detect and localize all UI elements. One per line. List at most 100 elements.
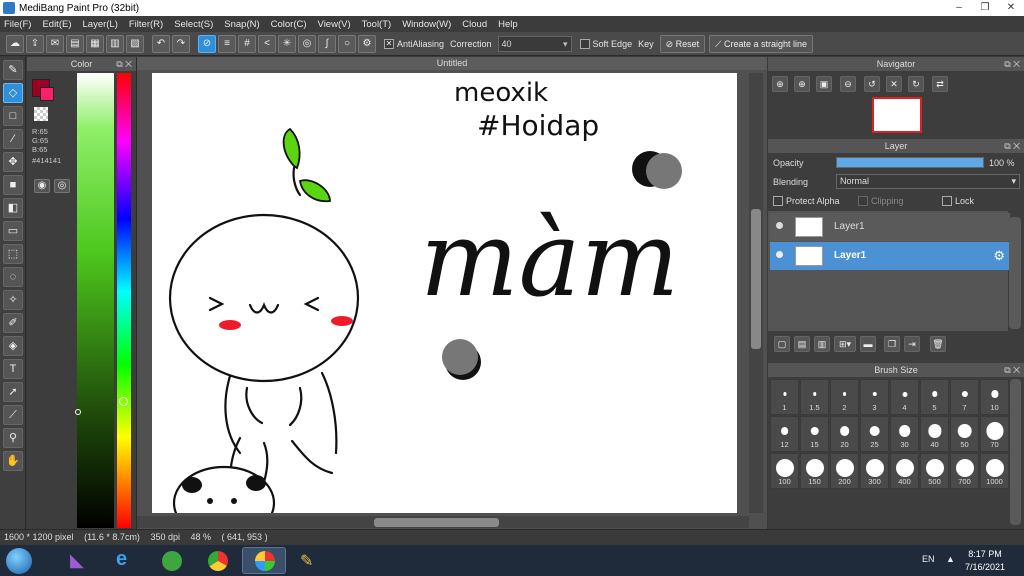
menu-view[interactable]: View(V) — [318, 19, 351, 30]
new-1bit-layer-icon[interactable]: ▥ — [814, 336, 830, 352]
panel-options-icon[interactable]: ⧉ ✕ — [116, 57, 132, 71]
ramp-cursor[interactable] — [75, 409, 81, 415]
dot-tool-icon[interactable]: □ — [3, 106, 23, 126]
menu-cloud[interactable]: Cloud — [462, 19, 487, 30]
snap-curve-icon[interactable]: ∫ — [318, 34, 336, 53]
palette-icon[interactable]: ◉ — [34, 179, 50, 193]
tray-up-icon[interactable]: ▲ — [946, 554, 955, 564]
brush-size-scroll-thumb[interactable] — [1010, 379, 1021, 525]
vertical-scroll-thumb[interactable] — [751, 209, 761, 349]
brush-size-option[interactable]: 700 — [950, 453, 979, 489]
protect-alpha-checkbox[interactable] — [773, 196, 783, 206]
brush-size-option[interactable]: 50 — [950, 416, 979, 452]
brush-size-option[interactable]: 1 — [770, 379, 799, 415]
brush-size-option[interactable]: 400 — [890, 453, 919, 489]
menu-help[interactable]: Help — [498, 19, 518, 30]
page-icon[interactable]: ▦ — [86, 34, 104, 53]
close-button[interactable]: ✕ — [998, 0, 1024, 16]
brush-size-option[interactable]: 1.5 — [800, 379, 829, 415]
brush-size-option[interactable]: 3 — [860, 379, 889, 415]
taskbar-coccoc[interactable] — [150, 547, 194, 574]
rectangle-tool-icon[interactable]: ■ — [3, 175, 23, 195]
text-tool-icon[interactable]: T — [3, 359, 23, 379]
new-halftone-layer-icon[interactable]: ▤ — [794, 336, 810, 352]
brush-size-option[interactable]: 4 — [890, 379, 919, 415]
zoom-out-icon[interactable]: ⊖ — [840, 76, 856, 92]
clock[interactable]: 8:17 PM 7/16/2021 — [960, 548, 1010, 574]
brush-size-option[interactable]: 2 — [830, 379, 859, 415]
clipping-option[interactable]: Clipping — [858, 196, 904, 206]
eraser-tool-icon[interactable]: ◇ — [3, 83, 23, 103]
brush-size-option[interactable]: 100 — [770, 453, 799, 489]
clipping-checkbox[interactable] — [858, 196, 868, 206]
eyedropper-tool-icon[interactable]: ⚲ — [3, 428, 23, 448]
transparent-swatch[interactable] — [34, 107, 48, 121]
brush-size-option[interactable]: 150 — [800, 453, 829, 489]
color-picker-icon[interactable]: ◎ — [54, 179, 70, 193]
antialiasing-checkbox[interactable]: ✕ — [384, 38, 394, 49]
hue-slider[interactable] — [117, 73, 131, 528]
brush-size-option[interactable]: 200 — [830, 453, 859, 489]
fit-icon[interactable]: ▣ — [816, 76, 832, 92]
brush-size-option[interactable]: 12 — [770, 416, 799, 452]
select-pen-icon[interactable]: ✐ — [3, 313, 23, 333]
new-layer-icon[interactable]: ▢ — [774, 336, 790, 352]
grid-icon[interactable]: ▥ — [106, 34, 124, 53]
correction-select[interactable]: 40 — [497, 35, 572, 52]
menu-filter[interactable]: Filter(R) — [129, 19, 163, 30]
brush-tool-icon[interactable]: ✎ — [3, 60, 23, 80]
saturation-value-ramp[interactable] — [77, 73, 114, 528]
brush-size-option[interactable]: 500 — [920, 453, 949, 489]
layer-options-icon[interactable]: ⧉ ✕ — [1004, 139, 1020, 153]
menu-select[interactable]: Select(S) — [174, 19, 213, 30]
minimize-button[interactable]: – — [946, 0, 972, 16]
snap-cross-icon[interactable]: # — [238, 34, 256, 53]
merge-down-icon[interactable]: ⇥ — [904, 336, 920, 352]
brush-size-option[interactable]: 25 — [860, 416, 889, 452]
menu-layer[interactable]: Layer(L) — [83, 19, 118, 30]
lasso-tool-icon[interactable]: ◌ — [3, 267, 23, 287]
snap-parallel-icon[interactable]: ≡ — [218, 34, 236, 53]
menu-snap[interactable]: Snap(N) — [224, 19, 259, 30]
language-indicator[interactable]: EN — [922, 554, 935, 564]
redo-icon[interactable]: ↷ — [172, 34, 190, 53]
soft-edge-checkbox[interactable] — [579, 38, 590, 49]
secondary-color-swatch[interactable] — [40, 87, 54, 101]
visibility-icon[interactable] — [776, 251, 783, 258]
snap-off-icon[interactable]: ⊘ — [198, 34, 216, 53]
protect-alpha-option[interactable]: Protect Alpha — [773, 196, 840, 206]
snap-settings-icon[interactable]: ⚙ — [358, 34, 376, 53]
start-button[interactable] — [6, 548, 32, 574]
divide-tool-icon[interactable]: ⟋ — [3, 405, 23, 425]
brush-size-option[interactable]: 40 — [920, 416, 949, 452]
visibility-icon[interactable] — [776, 222, 783, 229]
layer-row-selected[interactable]: Layer1 ⚙ — [770, 242, 1010, 270]
brush-size-option[interactable]: 7 — [950, 379, 979, 415]
reset-button[interactable]: ⊘ Reset — [659, 34, 706, 53]
cloud-icon[interactable]: ☁ — [6, 34, 24, 53]
brush-size-option[interactable]: 20 — [830, 416, 859, 452]
brush-size-option[interactable]: 70 — [980, 416, 1009, 452]
hue-cursor[interactable] — [119, 397, 128, 406]
undo-icon[interactable]: ↶ — [152, 34, 170, 53]
move-tool-icon[interactable]: ✥ — [3, 152, 23, 172]
opacity-slider[interactable] — [836, 157, 984, 168]
reset-view-icon[interactable]: ✕ — [886, 76, 902, 92]
comment-icon[interactable]: ✉ — [46, 34, 64, 53]
snap-radial-icon[interactable]: ✳ — [278, 34, 296, 53]
brush-size-option[interactable]: 300 — [860, 453, 889, 489]
snap-circle-icon[interactable]: ◎ — [298, 34, 316, 53]
fill-tool-icon[interactable]: ◧ — [3, 198, 23, 218]
drawing-canvas[interactable]: meoxik #Hoidap màm — [152, 73, 737, 513]
horizontal-scroll-thumb[interactable] — [374, 518, 499, 527]
duplicate-layer-icon[interactable]: ❐ — [884, 336, 900, 352]
straight-line-button[interactable]: ⟋ Create a straight line — [709, 34, 814, 53]
navigator-options-icon[interactable]: ⧉ ✕ — [1004, 57, 1020, 71]
gear-icon[interactable]: ⚙ — [993, 248, 1005, 264]
taskbar-internet-explorer[interactable]: e — [104, 547, 148, 574]
rotate-right-icon[interactable]: ↻ — [908, 76, 924, 92]
layer-scroll-thumb[interactable] — [1009, 217, 1021, 329]
panel-icon[interactable]: ▧ — [126, 34, 144, 53]
brush-size-option[interactable]: 10 — [980, 379, 1009, 415]
menu-file[interactable]: File(F) — [4, 19, 31, 30]
